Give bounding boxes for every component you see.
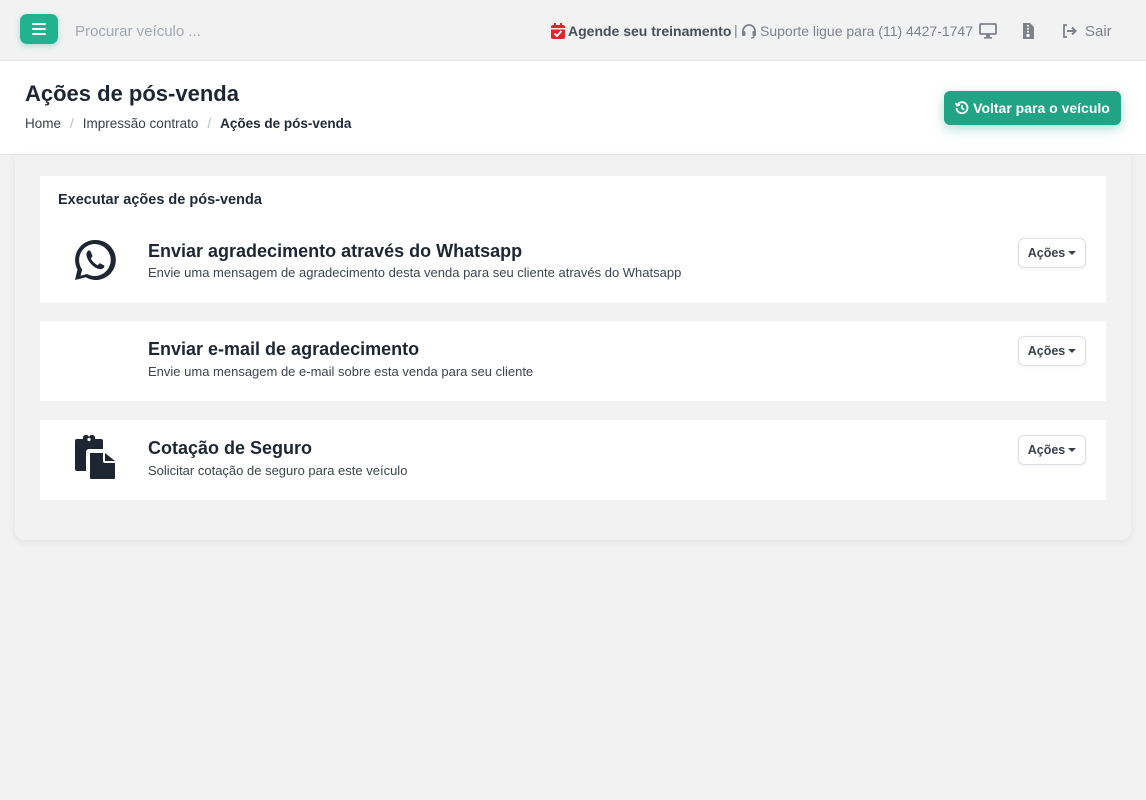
actions-label: Ações xyxy=(1027,344,1066,358)
history-icon xyxy=(955,101,969,115)
actions-dropdown-button[interactable]: Ações xyxy=(1018,435,1086,465)
training-label: Agende seu treinamento xyxy=(568,23,732,39)
monitor-button[interactable] xyxy=(979,20,997,42)
breadcrumb-current: Ações de pós-venda xyxy=(220,116,352,131)
breadcrumb: Home / Impressão contrato / Ações de pós… xyxy=(25,116,351,131)
action-title: Cotação de Seguro xyxy=(148,438,313,458)
page-header: Ações de pós-venda Home / Impressão cont… xyxy=(0,61,1146,155)
breadcrumb-contract-print[interactable]: Impressão contrato xyxy=(83,116,199,131)
caret-down-icon xyxy=(1068,251,1077,255)
breadcrumb-separator: / xyxy=(207,116,212,131)
menu-toggle-button[interactable] xyxy=(20,14,58,44)
section-title: Executar ações de pós-venda xyxy=(58,192,262,208)
whatsapp-icon xyxy=(75,239,116,280)
support-phone: Suporte ligue para (11) 4427-1747 xyxy=(741,20,973,42)
clipboard-icon xyxy=(75,435,115,479)
schedule-training-link[interactable]: Agende seu treinamento xyxy=(551,20,731,42)
logout-button[interactable]: Sair xyxy=(1062,20,1112,42)
action-title: Enviar e-mail de agradecimento xyxy=(148,339,420,359)
sign-out-icon xyxy=(1063,24,1077,38)
caret-down-icon xyxy=(1068,448,1077,452)
action-description: Envie uma mensagem de agradecimento dest… xyxy=(148,265,682,280)
action-title: Enviar agradecimento através do Whatsapp xyxy=(148,241,523,261)
action-row-email xyxy=(40,321,1106,401)
menu-icon xyxy=(32,23,46,35)
divider: | xyxy=(734,22,738,38)
support-label: Suporte ligue para (11) 4427-1747 xyxy=(760,23,974,39)
monitor-icon xyxy=(979,23,997,39)
actions-dropdown-button[interactable]: Ações xyxy=(1018,238,1086,268)
document-button[interactable] xyxy=(1022,20,1035,42)
search-input[interactable] xyxy=(75,21,375,41)
action-description: Envie uma mensagem de e-mail sobre esta … xyxy=(148,364,534,379)
actions-dropdown-button[interactable]: Ações xyxy=(1018,336,1086,366)
back-button-label: Voltar para o veículo xyxy=(973,100,1110,116)
headset-icon xyxy=(742,24,756,39)
calendar-check-icon xyxy=(551,23,565,39)
logout-label: Sair xyxy=(1085,22,1112,40)
back-to-vehicle-button[interactable]: Voltar para o veículo xyxy=(944,91,1121,125)
actions-label: Ações xyxy=(1027,246,1066,260)
action-row-insurance xyxy=(40,420,1106,500)
top-bar: Agende seu treinamento | Suporte ligue p… xyxy=(0,0,1146,61)
breadcrumb-home[interactable]: Home xyxy=(25,116,61,131)
page-title: Ações de pós-venda xyxy=(25,81,239,106)
breadcrumb-separator: / xyxy=(70,116,74,131)
action-description: Solicitar cotação de seguro para este ve… xyxy=(148,463,408,478)
file-zipper-icon xyxy=(1023,23,1034,39)
actions-label: Ações xyxy=(1027,443,1066,457)
caret-down-icon xyxy=(1068,349,1077,353)
